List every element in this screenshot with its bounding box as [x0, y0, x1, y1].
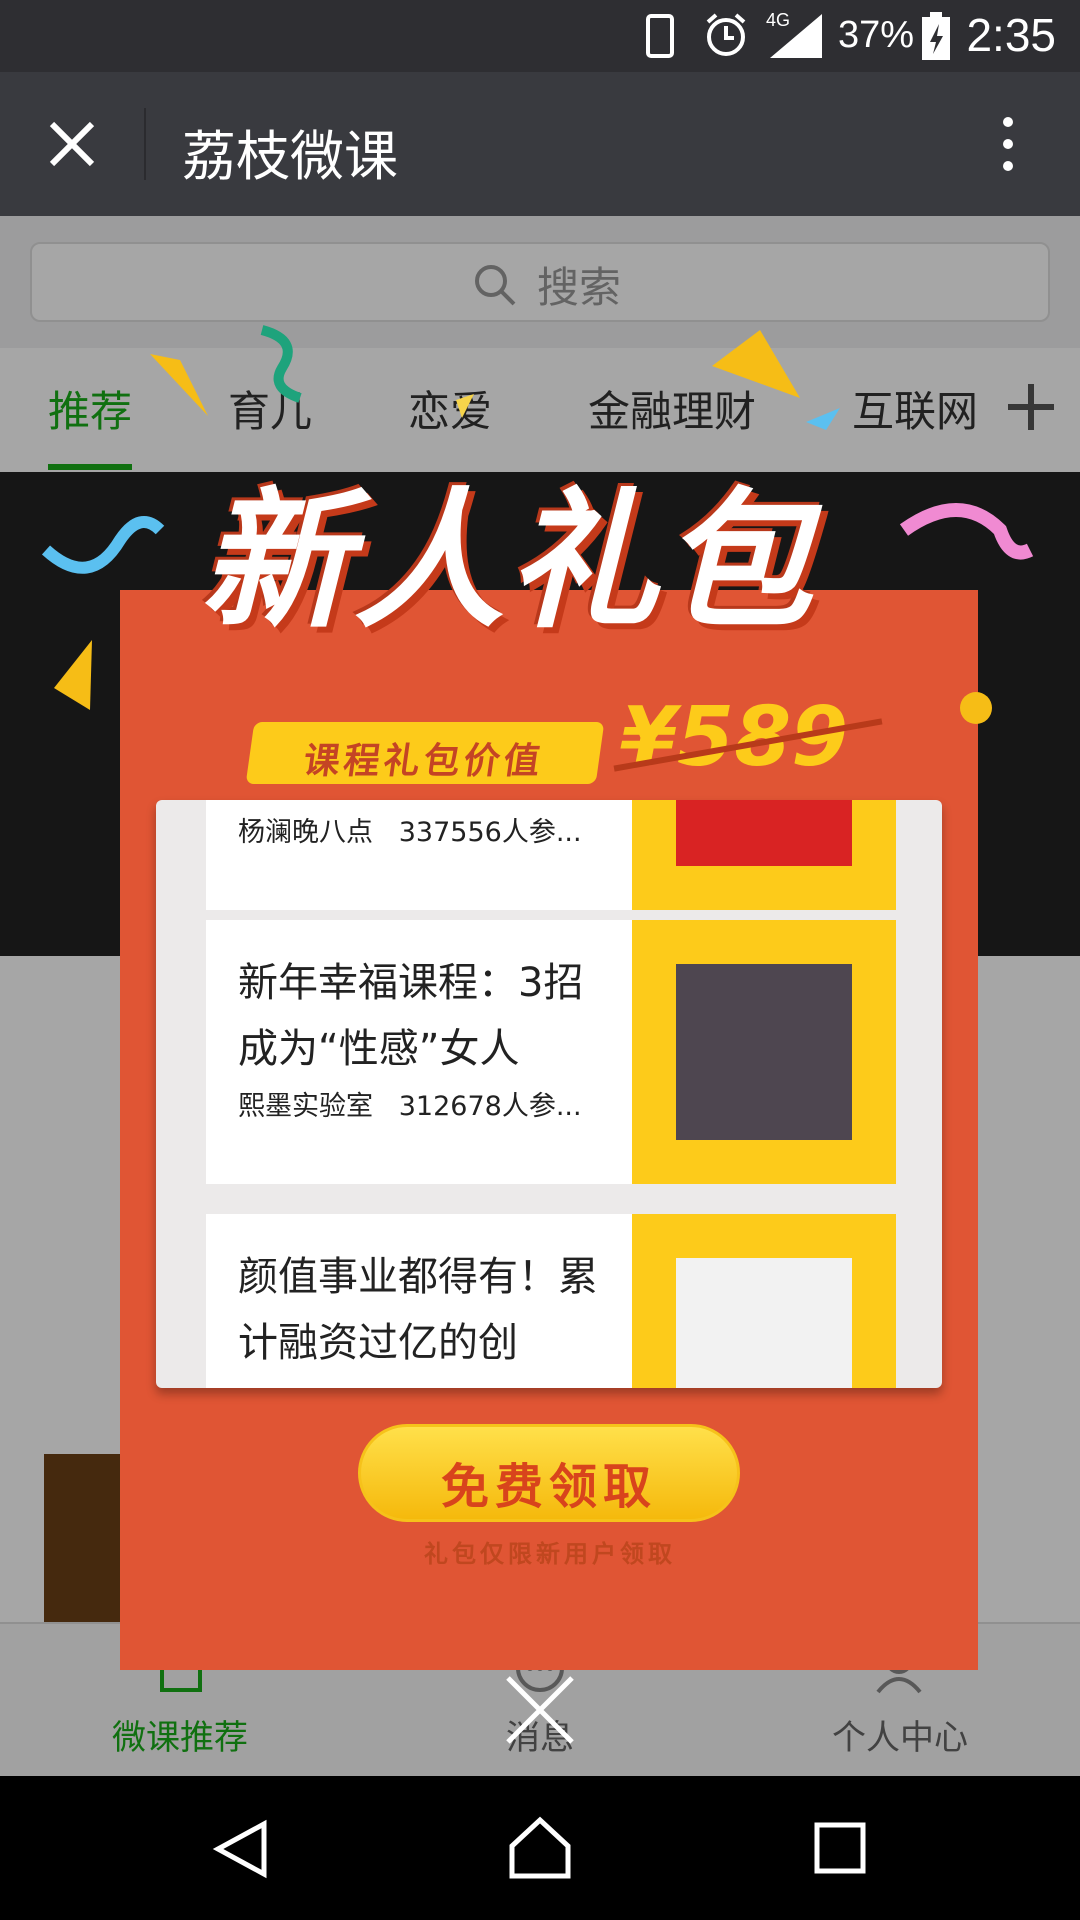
system-nav-bar: [0, 1776, 1080, 1920]
course-card-list[interactable]: 杨澜晚八点 337556人参... 新年幸福课程：3招成为“性感”女人 熙墨实验…: [156, 800, 942, 1388]
recents-icon[interactable]: [814, 1822, 866, 1874]
battery-percent: 37%: [837, 14, 914, 56]
claim-button-label: 免费领取: [440, 1459, 657, 1515]
back-icon[interactable]: [210, 1818, 272, 1880]
author-name: 杨澜晚八点: [238, 817, 373, 848]
course-name: 新年幸福课程：3招成为“性感”女人: [238, 960, 584, 1072]
course-item[interactable]: 杨澜晚八点 337556人参...: [206, 800, 896, 910]
participants: 337556人参...: [398, 817, 582, 848]
title-bar: 荔枝微课: [0, 72, 1080, 216]
confetti-decoration: [41, 325, 1034, 724]
course-thumb-bg: [632, 920, 896, 1184]
claim-button[interactable]: 免费领取: [358, 1424, 740, 1522]
title-divider: [144, 108, 146, 180]
battery-icon: [922, 12, 950, 60]
participants: 312678人参...: [398, 1091, 582, 1122]
signal-icon: [770, 14, 822, 58]
course-thumb-bg: [632, 1214, 896, 1388]
course-thumbnail: [676, 800, 852, 866]
close-icon[interactable]: [48, 120, 96, 168]
popup-close-icon[interactable]: [500, 1670, 580, 1750]
phone-icon: [646, 14, 674, 58]
status-bar: 4G 37% 2:35: [0, 0, 1080, 72]
course-item[interactable]: 新年幸福课程：3招成为“性感”女人 熙墨实验室 312678人参...: [206, 920, 896, 1184]
page-title: 荔枝微课: [182, 125, 398, 188]
course-thumbnail: [676, 1258, 852, 1388]
clock: 2:35: [966, 9, 1056, 61]
author-name: 熙墨实验室: [238, 1091, 373, 1122]
alarm-icon: [706, 13, 746, 56]
course-name: 颜值事业都得有！累计融资过亿的创: [238, 1254, 598, 1366]
home-icon[interactable]: [508, 1816, 572, 1880]
course-thumb-bg: [632, 800, 896, 910]
more-icon[interactable]: [998, 114, 1018, 174]
course-thumbnail: [676, 964, 852, 1140]
course-author: 熙墨实验室 312678人参...: [238, 1084, 582, 1123]
course-item[interactable]: 颜值事业都得有！累计融资过亿的创: [206, 1214, 896, 1388]
course-author: 杨澜晚八点 337556人参...: [238, 810, 582, 849]
claim-note: 礼包仅限新用户领取: [424, 1540, 676, 1568]
